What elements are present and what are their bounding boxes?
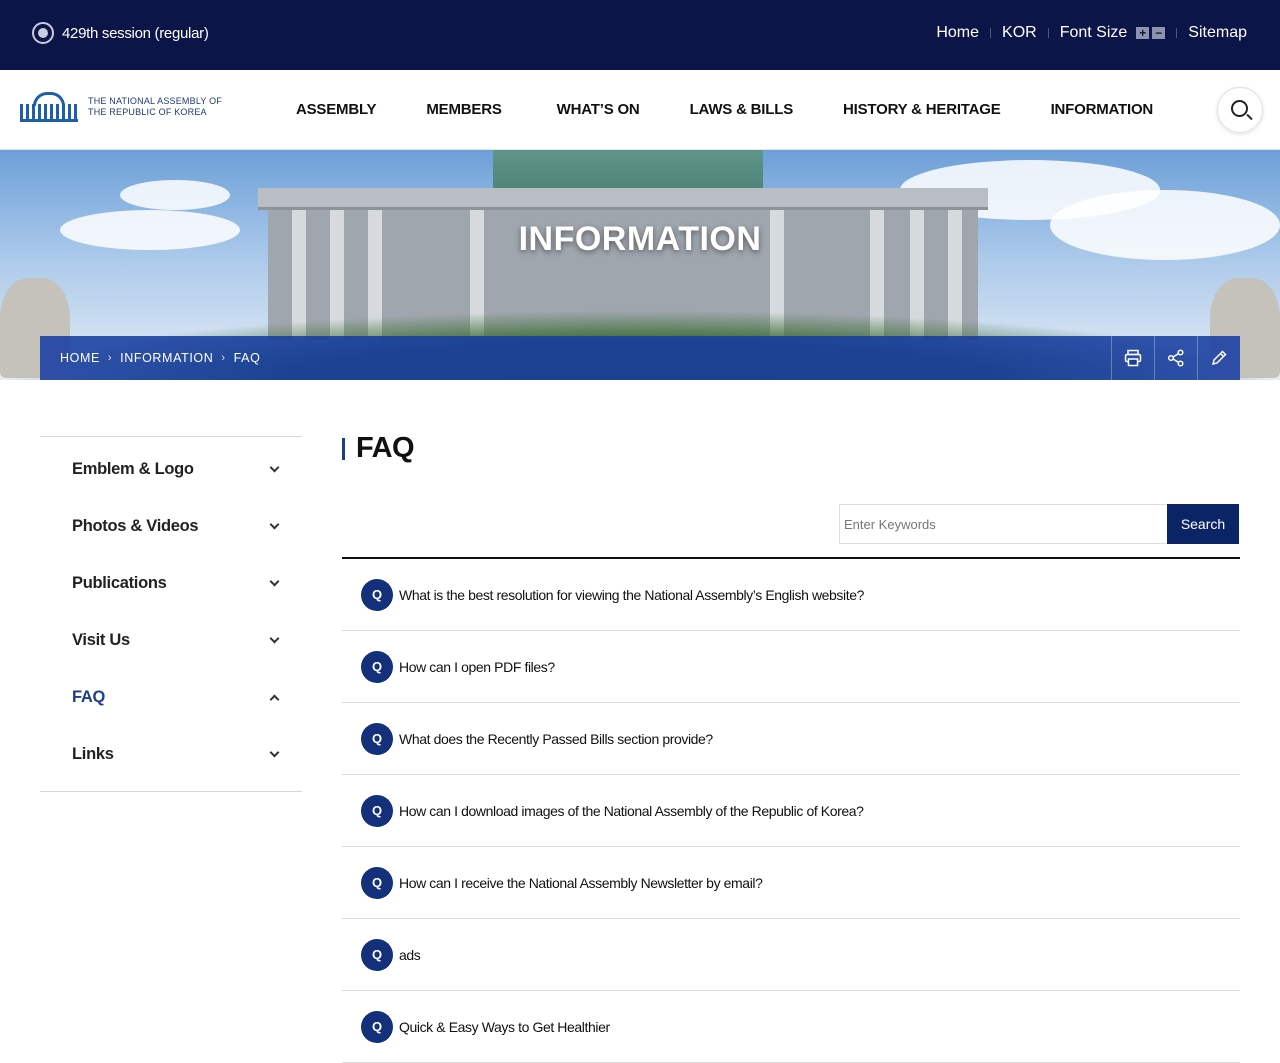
chevron-right-icon: › — [221, 352, 226, 364]
share-icon — [1167, 349, 1184, 367]
keyword-search-input[interactable] — [839, 504, 1169, 544]
logo-line-2: THE REPUBLIC OF KOREA — [88, 107, 207, 117]
chevron-down-icon — [269, 462, 280, 473]
top-utility-bar: 429th session (regular) Home KOR Font Si… — [0, 0, 1280, 70]
nav-whats-on[interactable]: WHAT’S ON — [557, 101, 640, 118]
font-increase-button[interactable]: + — [1136, 27, 1150, 39]
assembly-building-logo-icon — [20, 90, 78, 124]
edit-button[interactable] — [1197, 336, 1240, 380]
question-badge: Q — [361, 578, 393, 611]
faq-question: ads — [399, 946, 421, 963]
font-size-label: Font Size — [1059, 24, 1128, 41]
site-logo[interactable]: THE NATIONAL ASSEMBLY OF THE REPUBLIC OF… — [20, 90, 222, 124]
faq-item[interactable]: Q How can I download images of the Natio… — [342, 775, 1240, 847]
page-title: FAQ — [342, 432, 415, 465]
search-toggle-button[interactable] — [1217, 87, 1263, 133]
faq-item[interactable]: Q ads — [342, 919, 1240, 991]
nav-members[interactable]: MEMBERS — [426, 101, 501, 118]
session-label: 429th session (regular) — [62, 24, 209, 42]
home-link[interactable]: Home — [936, 24, 979, 42]
chevron-down-icon — [269, 519, 280, 530]
faq-item[interactable]: Q Quick & Easy Ways to Get Healthier — [342, 991, 1240, 1063]
kor-link[interactable]: KOR — [1002, 24, 1037, 42]
faq-item[interactable]: Q What does the Recently Passed Bills se… — [342, 703, 1240, 775]
breadcrumb: HOME › INFORMATION › FAQ — [60, 351, 260, 365]
sidebar-item-label: Links — [72, 745, 114, 763]
sitemap-link[interactable]: Sitemap — [1188, 24, 1247, 42]
search-button[interactable]: Search — [1167, 504, 1239, 544]
page-heading: FAQ — [356, 432, 415, 464]
faq-question: Quick & Easy Ways to Get Healthier — [399, 1018, 610, 1035]
nav-assembly[interactable]: ASSEMBLY — [296, 101, 377, 118]
sidebar-item-links[interactable]: Links — [40, 726, 302, 783]
faq-item[interactable]: Q What is the best resolution for viewin… — [342, 559, 1240, 631]
breadcrumb-home[interactable]: HOME — [60, 351, 100, 365]
edit-icon — [1211, 350, 1227, 366]
divider — [990, 28, 992, 38]
sidebar-item-label: Emblem & Logo — [72, 460, 194, 478]
question-badge: Q — [361, 794, 393, 827]
page-tools — [1111, 336, 1240, 380]
logo-text: THE NATIONAL ASSEMBLY OF THE REPUBLIC OF… — [88, 96, 222, 118]
divider — [1047, 28, 1049, 38]
faq-question: What does the Recently Passed Bills sect… — [399, 730, 713, 747]
font-decrease-button[interactable]: − — [1152, 27, 1166, 39]
main-nav: ASSEMBLY MEMBERS WHAT’S ON LAWS & BILLS … — [296, 101, 1203, 118]
session-info: 429th session (regular) — [32, 22, 209, 44]
sidebar-item-emblem-logo[interactable]: Emblem & Logo — [40, 441, 302, 498]
faq-question: How can I receive the National Assembly … — [399, 874, 763, 891]
utility-links: Home KOR Font Size + − Sitemap — [936, 24, 1247, 42]
sidebar-item-label: Visit Us — [72, 631, 130, 649]
faq-question: How can I download images of the Nationa… — [399, 802, 864, 819]
question-badge: Q — [361, 1010, 393, 1043]
chevron-down-icon — [269, 633, 280, 644]
chevron-down-icon — [269, 747, 280, 758]
question-badge: Q — [361, 938, 393, 971]
assembly-emblem-icon — [32, 22, 54, 44]
sidebar-item-label: Publications — [72, 574, 167, 592]
title-accent-bar — [342, 437, 345, 460]
chevron-up-icon — [269, 694, 280, 705]
print-button[interactable] — [1111, 336, 1154, 380]
question-badge: Q — [361, 866, 393, 899]
chevron-right-icon: › — [107, 352, 113, 364]
hero-title: INFORMATION — [518, 220, 762, 258]
nav-history-heritage[interactable]: HISTORY & HERITAGE — [843, 101, 1001, 118]
faq-question: How can I open PDF files? — [399, 658, 555, 675]
faq-list: Q What is the best resolution for viewin… — [342, 557, 1240, 1063]
divider — [1176, 28, 1178, 38]
share-button[interactable] — [1154, 336, 1197, 380]
assembly-roof — [258, 188, 988, 210]
print-icon — [1124, 349, 1142, 367]
sidebar-item-publications[interactable]: Publications — [40, 555, 302, 612]
chevron-down-icon — [269, 576, 280, 587]
faq-item[interactable]: Q How can I receive the National Assembl… — [342, 847, 1240, 919]
question-badge: Q — [361, 722, 393, 755]
logo-line-1: THE NATIONAL ASSEMBLY OF — [88, 96, 222, 106]
hero-banner: INFORMATION HOME › INFORMATION › FAQ — [0, 150, 1280, 380]
main-header: THE NATIONAL ASSEMBLY OF THE REPUBLIC OF… — [0, 70, 1280, 150]
sidebar-item-photos-videos[interactable]: Photos & Videos — [40, 498, 302, 555]
breadcrumb-faq[interactable]: FAQ — [234, 351, 261, 365]
question-badge: Q — [361, 650, 393, 683]
faq-question: What is the best resolution for viewing … — [399, 586, 864, 603]
sidebar-item-label: Photos & Videos — [72, 517, 199, 535]
nav-information[interactable]: INFORMATION — [1051, 101, 1154, 118]
sidebar-item-visit-us[interactable]: Visit Us — [40, 612, 302, 669]
nav-laws-bills[interactable]: LAWS & BILLS — [690, 101, 794, 118]
faq-item[interactable]: Q How can I open PDF files? — [342, 631, 1240, 703]
font-size-controls: + − — [1133, 27, 1166, 39]
breadcrumb-bar: HOME › INFORMATION › FAQ — [40, 336, 1240, 380]
sidebar-item-label: FAQ — [72, 688, 106, 706]
sidebar-nav: Emblem & Logo Photos & Videos Publicatio… — [40, 436, 302, 792]
sidebar-item-faq[interactable]: FAQ — [40, 669, 302, 726]
breadcrumb-information[interactable]: INFORMATION — [120, 351, 213, 365]
